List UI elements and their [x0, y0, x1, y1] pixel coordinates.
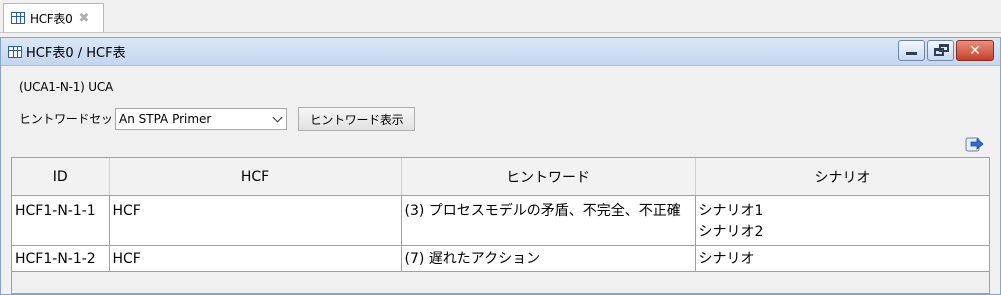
- cell-scenario[interactable]: シナリオ: [695, 245, 989, 272]
- hint-word-set-select[interactable]: An STPA Primer: [115, 108, 287, 130]
- hcf-table: ID HCF ヒントワード シナリオ HCF1-N-1-1 HCF (3) プロ…: [11, 157, 990, 294]
- hint-word-set-value: An STPA Primer: [119, 112, 212, 126]
- editor-tab-strip: HCF表0 ✖: [0, 0, 1001, 33]
- column-header-scenario[interactable]: シナリオ: [695, 158, 989, 196]
- uca-path-label: (UCA1-N-1) UCA: [19, 80, 114, 94]
- minimize-icon: [906, 52, 917, 55]
- column-header-hint-word[interactable]: ヒントワード: [401, 158, 696, 196]
- show-hint-words-button[interactable]: ヒントワード表示: [298, 107, 415, 131]
- column-header-id[interactable]: ID: [12, 158, 110, 196]
- cell-id[interactable]: HCF1-N-1-2: [12, 245, 110, 272]
- table-row[interactable]: HCF1-N-1-2 HCF (7) 遅れたアクション シナリオ: [12, 245, 989, 272]
- chevron-down-icon: [272, 112, 283, 123]
- cell-hcf[interactable]: HCF: [109, 245, 402, 272]
- cell-scenario[interactable]: シナリオ1 シナリオ2: [695, 195, 989, 246]
- window-titlebar[interactable]: HCF表0 / HCF表 ✕: [1, 38, 1000, 66]
- window-controls: ✕: [898, 40, 994, 61]
- scenario-item[interactable]: シナリオ: [699, 249, 987, 270]
- window-title: HCF表0 / HCF表: [26, 46, 126, 61]
- table-header-row: ID HCF ヒントワード シナリオ: [12, 158, 989, 196]
- table-icon: [8, 45, 22, 58]
- scenario-item[interactable]: シナリオ1: [699, 201, 987, 222]
- cell-hint-word[interactable]: (3) プロセスモデルの矛盾、不完全、不正確: [401, 195, 696, 246]
- tab-close-icon[interactable]: ✖: [78, 11, 89, 26]
- scenario-item[interactable]: シナリオ2: [699, 222, 987, 243]
- export-arrow-icon[interactable]: [965, 135, 985, 153]
- minimize-button[interactable]: [898, 40, 925, 61]
- tab-hcf-table[interactable]: HCF表0 ✖: [3, 3, 104, 32]
- close-button[interactable]: ✕: [956, 40, 994, 61]
- restore-button[interactable]: [927, 40, 954, 61]
- cell-hcf[interactable]: HCF: [109, 195, 402, 246]
- close-icon: ✕: [969, 42, 981, 59]
- cell-id[interactable]: HCF1-N-1-1: [12, 195, 110, 246]
- table-icon: [11, 12, 25, 24]
- hint-word-set-label: ヒントワードセット: [19, 112, 125, 126]
- tab-label: HCF表0: [30, 11, 73, 26]
- cell-hint-word[interactable]: (7) 遅れたアクション: [401, 245, 696, 272]
- column-header-hcf[interactable]: HCF: [109, 158, 402, 196]
- restore-icon: [934, 44, 949, 56]
- hcf-table-window: HCF表0 / HCF表 ✕ (UCA1-N-1) UCA ヒントワードセット …: [0, 37, 1001, 295]
- table-row[interactable]: HCF1-N-1-1 HCF (3) プロセスモデルの矛盾、不完全、不正確 シナ…: [12, 195, 989, 246]
